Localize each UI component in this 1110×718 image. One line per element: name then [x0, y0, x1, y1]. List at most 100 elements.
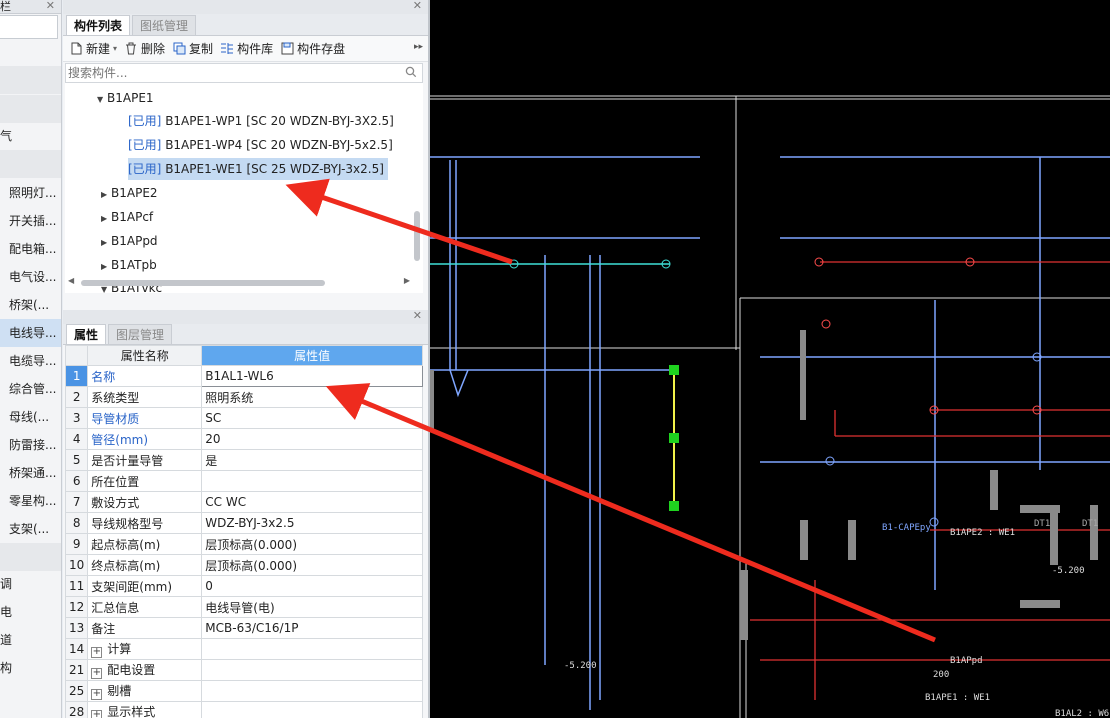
category-item[interactable]: 电缆导...: [0, 347, 61, 375]
property-value-header: 属性值: [201, 345, 423, 366]
category-item[interactable]: 配电箱...: [0, 235, 61, 263]
category-item[interactable]: 综合管...: [0, 375, 61, 403]
category-item[interactable]: 零星构...: [0, 487, 61, 515]
property-value[interactable]: 电线导管(电): [201, 596, 423, 618]
property-row[interactable]: 10 终点标高(m) 层顶标高(0.000): [64, 554, 423, 576]
property-group-row[interactable]: 21 + 配电设置: [64, 659, 423, 681]
property-value: [201, 701, 423, 718]
expand-plus-icon[interactable]: +: [91, 689, 103, 700]
tree-group[interactable]: ▶ B1APE2: [101, 182, 158, 204]
tree-item[interactable]: [已用] B1APE1-WP4 [SC 20 WDZN-BYJ-5x2.5]: [128, 134, 393, 156]
property-name: 导管材质: [87, 407, 203, 429]
category-item[interactable]: 电气设...: [0, 263, 61, 291]
property-group-row[interactable]: 25 + 剔槽: [64, 680, 423, 702]
tree-vertical-scrollbar[interactable]: [414, 211, 420, 261]
tree-item[interactable]: [已用] B1APE1-WP1 [SC 20 WDZN-BYJ-3X2.5]: [128, 110, 394, 132]
toolbar-overflow-icon[interactable]: ▸▸: [414, 42, 423, 52]
category-structure[interactable]: 构: [0, 654, 61, 682]
tree-group-b1ape1[interactable]: ▼ B1APE1: [97, 87, 154, 109]
row-index: 3: [64, 407, 89, 429]
tab-component-list[interactable]: 构件列表: [66, 15, 131, 35]
tree-horizontal-scrollbar[interactable]: ◀ ▶: [65, 276, 410, 287]
cad-drawing-canvas[interactable]: B1-CAPEpy B1APE2 : WE1 DT1 DT1 -5.200 -5…: [430, 0, 1110, 718]
property-value[interactable]: 0: [201, 575, 423, 597]
tree-group[interactable]: ▶ B1APcf: [101, 206, 153, 228]
chevron-right-icon[interactable]: ▶: [101, 208, 111, 230]
tab-drawing-management[interactable]: 图纸管理: [132, 15, 197, 35]
category-item[interactable]: 桥架通...: [0, 459, 61, 487]
drawing-label: DT1: [1034, 519, 1050, 529]
property-value[interactable]: 层顶标高(0.000): [201, 533, 423, 555]
chevron-right-icon[interactable]: ▶: [101, 232, 111, 254]
property-row[interactable]: 5 是否计量导管是: [64, 449, 423, 471]
tree-group[interactable]: ▶ B1ATpb: [101, 254, 157, 276]
component-search-input[interactable]: [66, 64, 396, 82]
close-icon[interactable]: ✕: [46, 0, 55, 12]
category-item[interactable]: 防雷接...: [0, 431, 61, 459]
property-row[interactable]: 7 敷设方式 CC WC: [64, 491, 423, 513]
property-value[interactable]: 是: [201, 449, 423, 471]
property-row[interactable]: 13 备注 MCB-63/C16/1P: [64, 617, 423, 639]
property-group-row[interactable]: 28 + 显示样式: [64, 701, 423, 718]
copy-button[interactable]: 复制: [172, 40, 213, 57]
expand-plus-icon[interactable]: +: [91, 668, 103, 679]
row-index: 13: [64, 617, 89, 639]
property-group-row[interactable]: 14 + 计算: [64, 638, 423, 660]
property-value[interactable]: WDZ-BYJ-3x2.5: [201, 512, 423, 534]
grip-point: [669, 501, 679, 511]
new-button[interactable]: 新建 ▾: [69, 40, 117, 57]
row-index: 11: [64, 575, 89, 597]
property-row[interactable]: 4 管径(mm) 20: [64, 428, 423, 450]
property-row[interactable]: 8 导线规格型号 WDZ-BYJ-3x2.5: [64, 512, 423, 534]
close-icon[interactable]: ✕: [413, 0, 422, 12]
property-row[interactable]: 9 起点标高(m) 层顶标高(0.000): [64, 533, 423, 555]
category-item[interactable]: 开关插...: [0, 207, 61, 235]
property-row[interactable]: 1 名称 B1AL1-WL6: [64, 365, 423, 387]
category-hvac[interactable]: 调: [0, 570, 61, 598]
left-filter-input[interactable]: [0, 15, 58, 39]
property-value[interactable]: 照明系统: [201, 386, 423, 408]
component-library-button[interactable]: 构件库: [220, 40, 273, 57]
property-value[interactable]: CC WC: [201, 491, 423, 513]
scroll-thumb[interactable]: [81, 280, 325, 286]
expand-plus-icon[interactable]: +: [91, 647, 103, 658]
property-row[interactable]: 11 支架间距(mm) 0: [64, 575, 423, 597]
tree-group[interactable]: ▶ B1APpd: [101, 230, 158, 252]
property-row[interactable]: 6 所在位置: [64, 470, 423, 492]
category-item[interactable]: 桥架(...: [0, 291, 61, 319]
category-item-selected[interactable]: 电线导...: [0, 319, 61, 347]
delete-button[interactable]: 删除: [124, 40, 165, 57]
scroll-right-icon[interactable]: ▶: [404, 276, 410, 285]
chevron-right-icon[interactable]: ▶: [101, 256, 111, 278]
property-value-input[interactable]: B1AL1-WL6: [201, 365, 423, 387]
category-item[interactable]: 母线(...: [0, 403, 61, 431]
property-value[interactable]: SC: [201, 407, 423, 429]
close-icon[interactable]: ✕: [413, 309, 422, 322]
expand-plus-icon[interactable]: +: [91, 710, 103, 718]
category-electrical[interactable]: 气: [0, 122, 61, 150]
scroll-left-icon[interactable]: ◀: [68, 276, 74, 285]
category-power[interactable]: 电: [0, 598, 61, 626]
drawing-label: DT1: [1082, 519, 1098, 529]
property-value[interactable]: 层顶标高(0.000): [201, 554, 423, 576]
tab-properties[interactable]: 属性: [66, 324, 107, 344]
grip-point: [669, 365, 679, 375]
new-file-icon: [69, 42, 83, 56]
category-item[interactable]: 支架(...: [0, 515, 61, 543]
tree-item-label: B1APE1-WP1 [SC 20 WDZN-BYJ-3X2.5]: [161, 114, 394, 128]
property-row[interactable]: 3 导管材质 SC: [64, 407, 423, 429]
chevron-down-icon[interactable]: ▼: [97, 89, 107, 111]
search-icon[interactable]: [405, 66, 417, 81]
category-item[interactable]: 照明灯...: [0, 179, 61, 207]
property-row[interactable]: 12 汇总信息 电线导管(电): [64, 596, 423, 618]
property-row[interactable]: 2 系统类型 照明系统: [64, 386, 423, 408]
property-value[interactable]: MCB-63/C16/1P: [201, 617, 423, 639]
chevron-right-icon[interactable]: ▶: [101, 184, 111, 206]
category-duct[interactable]: 道: [0, 626, 61, 654]
component-save-button[interactable]: 构件存盘: [280, 40, 345, 57]
tree-item-selected[interactable]: [已用] B1APE1-WE1 [SC 25 WDZ-BYJ-3x2.5]: [128, 158, 388, 180]
property-value[interactable]: 20: [201, 428, 423, 450]
property-value[interactable]: [201, 470, 423, 492]
tab-layer-management[interactable]: 图层管理: [108, 324, 173, 344]
chevron-down-icon[interactable]: ▾: [113, 44, 117, 53]
